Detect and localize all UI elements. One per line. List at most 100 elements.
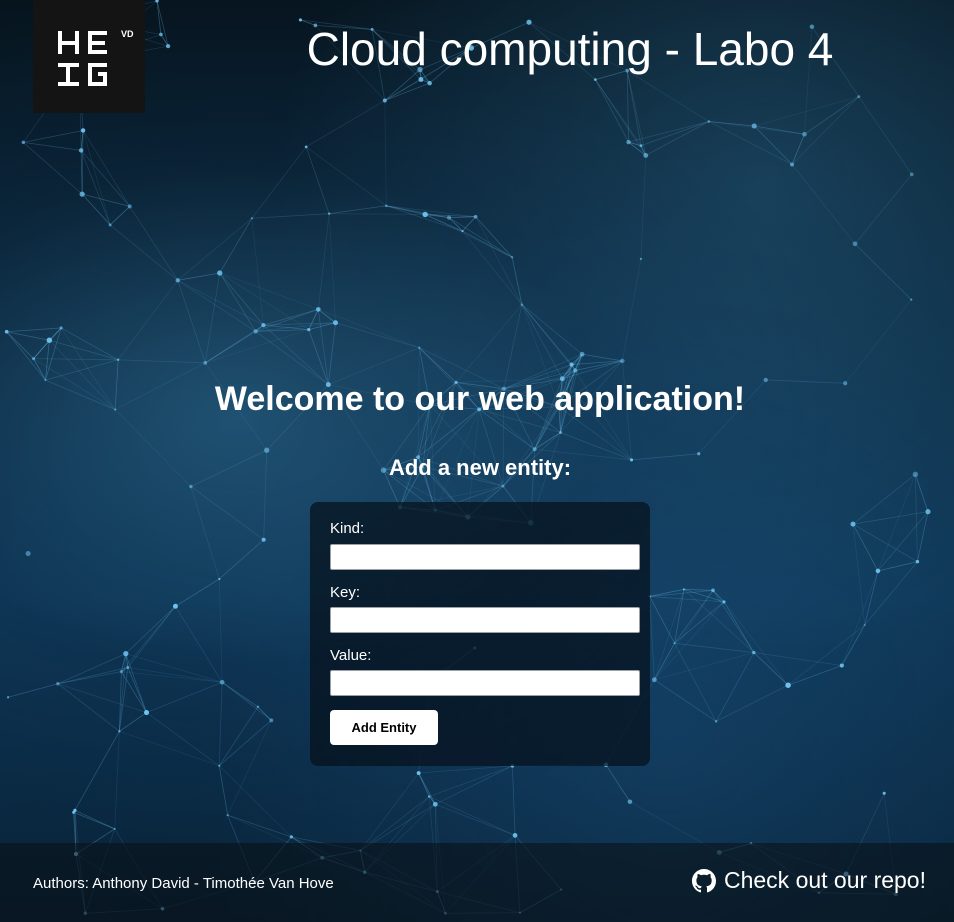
network-node bbox=[461, 230, 464, 233]
network-line bbox=[653, 589, 685, 680]
network-node bbox=[627, 799, 633, 805]
network-line bbox=[219, 272, 256, 332]
network-line bbox=[125, 653, 223, 683]
network-line bbox=[109, 224, 179, 281]
network-line bbox=[649, 596, 725, 603]
network-line bbox=[251, 213, 330, 219]
footer: Authors: Anthony David - Timothée Van Ho… bbox=[0, 843, 954, 922]
network-node bbox=[117, 358, 120, 361]
network-line bbox=[6, 331, 46, 381]
network-line bbox=[80, 150, 131, 207]
network-line bbox=[449, 216, 476, 219]
network-line bbox=[424, 214, 513, 258]
network-line bbox=[33, 358, 119, 361]
network-line bbox=[462, 230, 523, 305]
network-node bbox=[382, 98, 387, 103]
network-node bbox=[21, 140, 25, 145]
network-line bbox=[23, 130, 84, 143]
network-line bbox=[674, 589, 685, 644]
network-node bbox=[264, 447, 270, 453]
network-node bbox=[6, 696, 10, 699]
network-line bbox=[308, 329, 329, 385]
network-node bbox=[418, 346, 421, 350]
network-line bbox=[57, 667, 128, 685]
network-line bbox=[109, 206, 131, 226]
network-line bbox=[753, 652, 789, 686]
network-line bbox=[33, 358, 46, 381]
network-line bbox=[6, 331, 34, 359]
network-node bbox=[925, 509, 931, 515]
network-line bbox=[190, 486, 220, 580]
network-line bbox=[715, 652, 755, 722]
network-line bbox=[175, 578, 220, 607]
network-line bbox=[723, 601, 755, 653]
network-node bbox=[722, 600, 726, 604]
network-line bbox=[854, 243, 912, 300]
heig-vd-logo: VD bbox=[33, 0, 145, 113]
network-node bbox=[569, 362, 574, 367]
network-line bbox=[7, 683, 58, 698]
network-line bbox=[384, 79, 422, 101]
network-line bbox=[640, 121, 709, 147]
network-line bbox=[218, 720, 272, 767]
network-node bbox=[226, 814, 229, 817]
key-label: Key: bbox=[330, 584, 361, 601]
network-node bbox=[802, 131, 807, 137]
network-line bbox=[708, 121, 793, 165]
network-line bbox=[649, 596, 675, 644]
network-node bbox=[385, 204, 388, 208]
network-line bbox=[475, 216, 523, 305]
network-line bbox=[654, 601, 725, 681]
network-line bbox=[177, 272, 220, 281]
network-node bbox=[910, 298, 913, 301]
network-line bbox=[45, 359, 119, 381]
network-node bbox=[427, 80, 432, 86]
network-line bbox=[594, 79, 647, 156]
network-line bbox=[60, 327, 119, 361]
network-line bbox=[177, 217, 253, 281]
network-node bbox=[428, 795, 431, 798]
network-line bbox=[146, 681, 223, 713]
network-line bbox=[418, 772, 430, 797]
network-line bbox=[218, 682, 223, 766]
value-input[interactable] bbox=[330, 670, 640, 696]
network-node bbox=[46, 337, 53, 343]
network-line bbox=[723, 601, 789, 686]
network-node bbox=[839, 663, 844, 668]
network-line bbox=[6, 327, 62, 333]
app-title: Cloud computing - Labo 4 bbox=[306, 23, 834, 75]
repo-link[interactable]: Check out our repo! bbox=[691, 867, 926, 894]
network-node bbox=[218, 764, 221, 767]
network-line bbox=[305, 100, 386, 148]
network-line bbox=[877, 511, 929, 572]
network-node bbox=[250, 217, 254, 220]
network-node bbox=[511, 256, 514, 259]
network-line bbox=[219, 218, 253, 274]
network-line bbox=[127, 606, 176, 668]
network-line bbox=[305, 146, 330, 214]
key-input[interactable] bbox=[330, 607, 640, 633]
network-node bbox=[852, 241, 858, 247]
network-line bbox=[384, 82, 430, 101]
network-node bbox=[218, 577, 221, 581]
network-node bbox=[144, 710, 150, 716]
add-entity-button[interactable]: Add Entity bbox=[330, 710, 438, 745]
network-line bbox=[80, 150, 111, 226]
network-node bbox=[80, 128, 86, 133]
welcome-heading: Welcome to our web application! bbox=[214, 380, 746, 418]
network-node bbox=[175, 278, 180, 283]
network-node bbox=[559, 431, 562, 434]
network-line bbox=[82, 130, 131, 207]
network-line bbox=[654, 679, 717, 722]
network-node bbox=[573, 368, 578, 373]
network-line bbox=[844, 299, 912, 384]
network-node bbox=[520, 303, 524, 306]
network-line bbox=[521, 304, 572, 365]
network-node bbox=[217, 270, 223, 276]
form-heading: Add a new entity: bbox=[388, 455, 572, 480]
network-line bbox=[621, 258, 642, 361]
network-line bbox=[791, 96, 860, 165]
kind-input[interactable] bbox=[330, 544, 640, 570]
network-line bbox=[649, 596, 655, 680]
network-line bbox=[858, 96, 913, 175]
